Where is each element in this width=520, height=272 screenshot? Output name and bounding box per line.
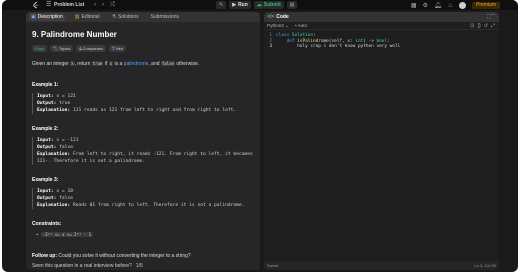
editor-status-bar: Saved Ln 3, Col 50	[264, 261, 499, 270]
tab-description[interactable]: ▣ Description	[29, 13, 65, 21]
shuffle-icon[interactable]: ⤮	[110, 2, 115, 8]
example-1-box: Input: x = 121 Output: true Explanation:…	[32, 93, 254, 114]
collapse-icon[interactable]: ⌃	[492, 14, 495, 20]
reset-icon[interactable]: ↺	[484, 23, 488, 29]
follow-up: Follow up: Could you solve it without co…	[32, 253, 191, 259]
run-submit-group: ✎ ▶ Run ☁ Submit ▤	[216, 1, 298, 9]
code-line[interactable]: 3 holy crap i don't know python very wel…	[264, 44, 499, 50]
code-header: </> Code ⛶ ⌃	[264, 12, 499, 22]
interview-feedback: Seen this question in a real interview b…	[32, 263, 143, 269]
hint-chip[interactable]: 💡︎ Hint	[108, 45, 126, 52]
tab-solutions[interactable]: ⚗ Solutions	[110, 13, 141, 21]
editorial-icon: ▥	[74, 14, 80, 20]
braces-icon[interactable]: {}	[477, 23, 480, 29]
cloud-upload-icon: ☁	[256, 2, 262, 8]
avatar[interactable]	[458, 1, 466, 9]
notes-icon[interactable]: ▤	[286, 1, 298, 9]
example-1-title: Example 1:	[32, 82, 59, 88]
editor-tools: ⊡ {} ↺ ⤢	[470, 23, 495, 29]
tab-submissions[interactable]: Submissions	[149, 13, 181, 21]
top-right-tools: ▦ ⚙ 🔔︎ ♨ Premium	[411, 1, 500, 9]
companies-chip[interactable]: 🔒︎ Companies	[76, 45, 106, 52]
constraints-title: Constraints:	[32, 221, 62, 227]
code-title: Code	[276, 14, 289, 20]
bookmark-icon[interactable]: ⊡	[470, 23, 474, 29]
settings-icon[interactable]: ⚙	[423, 2, 428, 9]
fullscreen-icon[interactable]: ⤢	[491, 23, 495, 29]
seen-count[interactable]: 1/5	[136, 263, 143, 269]
fire-icon[interactable]: ♨	[448, 2, 453, 9]
example-3-box: Input: x = 10 Output: false Explanation:…	[32, 188, 254, 209]
debug-icon[interactable]: ✎	[216, 1, 227, 9]
tab-editorial[interactable]: ▥ Editorial	[73, 13, 102, 21]
panel-controls: ⛶ ⌃	[487, 14, 495, 20]
difficulty-badge: Easy	[32, 45, 47, 52]
submit-label: Submit	[263, 2, 281, 8]
run-label: Run	[238, 2, 248, 8]
code-editor[interactable]: 1 class Solution: 2 def isPalindrome(self,…	[264, 30, 499, 50]
run-button[interactable]: ▶ Run	[229, 1, 251, 9]
maximize-icon[interactable]: ⛶	[487, 14, 491, 20]
example-2-box: Input: x = -121 Output: false Explanatio…	[32, 137, 254, 165]
code-text: holy crap i don't know python very well	[276, 44, 401, 49]
solutions-icon: ⚗	[111, 14, 117, 20]
example-2-title: Example 2:	[32, 126, 59, 132]
problem-tags: Easy 🏷︎ Topics 🔒︎ Companies 💡︎ Hint	[32, 45, 254, 52]
app-window: ☰ Problem List ‹ › ⤮ ✎ ▶ Run ☁ Submit ▤ …	[2, 0, 518, 272]
auto-toggle[interactable]: • Auto	[295, 23, 307, 28]
cursor-position: Ln 3, Col 50	[474, 263, 496, 268]
code-toolbar: Python3 ⌄ • Auto ⊡ {} ↺ ⤢	[264, 22, 499, 30]
line-number: 3	[269, 44, 272, 49]
problem-list-icon[interactable]: ☰	[46, 2, 51, 8]
notifications-icon[interactable]: 🔔︎	[434, 2, 442, 9]
leetcode-logo-icon[interactable]	[32, 1, 40, 9]
code-icon: </>	[267, 14, 275, 20]
constraint-item: • -2³¹ <= x <= 2³¹ - 1	[36, 232, 93, 237]
language-select[interactable]: Python3 ⌄	[267, 23, 289, 29]
topics-chip[interactable]: 🏷︎ Topics	[49, 45, 74, 52]
description-panel: ▣ Description ▥ Editorial ⚗ Solutions Su…	[26, 12, 260, 270]
save-status: Saved	[267, 263, 279, 268]
code-panel: </> Code ⛶ ⌃ Python3 ⌄ • Auto ⊡ {} ↺ ⤢ 1…	[264, 12, 499, 270]
problem-description: Given an integer x, return true if x is …	[32, 61, 200, 67]
layout-icon[interactable]: ▦	[411, 2, 417, 9]
prev-problem-button[interactable]: ‹	[94, 2, 96, 8]
palindrome-link[interactable]: palindrome	[124, 61, 149, 67]
premium-button[interactable]: Premium	[471, 1, 500, 9]
problem-title: 9. Palindrome Number	[32, 30, 117, 39]
submit-button[interactable]: ☁ Submit	[253, 1, 284, 9]
description-tabs: ▣ Description ▥ Editorial ⚗ Solutions Su…	[26, 12, 260, 22]
play-icon: ▶	[232, 2, 237, 8]
next-problem-button[interactable]: ›	[102, 2, 104, 8]
problem-list-link[interactable]: Problem List	[54, 2, 84, 8]
description-icon: ▣	[31, 14, 36, 20]
problem-content: 9. Palindrome Number Easy 🏷︎ Topics 🔒︎ C…	[26, 22, 260, 259]
top-bar: ☰ Problem List ‹ › ⤮ ✎ ▶ Run ☁ Submit ▤ …	[2, 0, 518, 10]
example-3-title: Example 3:	[32, 177, 59, 183]
